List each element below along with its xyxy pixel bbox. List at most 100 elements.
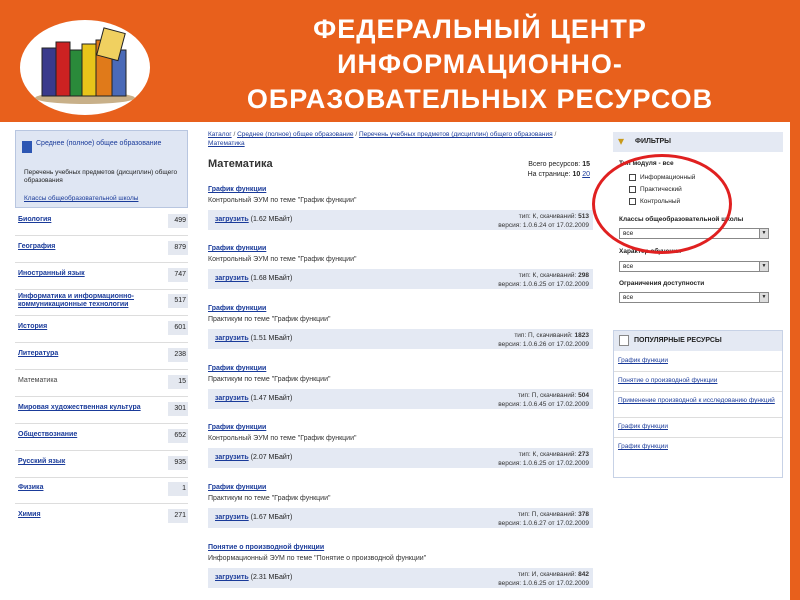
subject-item[interactable]: Русский язык 935 [15,454,188,478]
resource-version: версия: 1.0.6.26 от 17.02.2009 [498,341,589,348]
subject-item[interactable]: Информатика и информационно-коммуникацио… [15,292,188,316]
subject-name[interactable]: Химия [18,511,158,519]
resource-item: Понятие о производной функции Информацио… [208,544,593,600]
divider [614,391,782,392]
per-page-20-link[interactable]: 20 [582,171,590,178]
breadcrumb-separator: / [554,131,557,138]
download-link[interactable]: загрузить [215,216,249,223]
download-link[interactable]: загрузить [215,454,249,461]
subject-item[interactable]: Мировая художественная культура 301 [15,400,188,424]
resource-description: Практикум по теме "График функции" [208,316,331,323]
title-line-1: ФЕДЕРАЛЬНЫЙ ЦЕНТР [313,14,647,44]
total-label: Всего ресурсов: [528,161,581,168]
file-size: (1.47 МБайт) [250,395,293,402]
breadcrumb-item[interactable]: Каталог [208,131,232,138]
subject-name[interactable]: История [18,323,158,331]
resource-name[interactable]: График функции [208,365,266,372]
resource-meta: тип: К, скачиваний: 298 версия: 1.0.6.25 … [429,271,589,289]
subject-name[interactable]: Биология [18,216,158,224]
download-count: 378 [578,511,589,518]
popular-item[interactable]: График функции [618,443,778,451]
resource-type: тип: И, скачиваний: [517,571,577,578]
popular-item[interactable]: Понятие о производной функции [618,377,778,385]
subject-name: Математика [18,377,58,384]
learning-type-select[interactable]: все ▼ [619,261,769,272]
resource-meta: тип: К, скачиваний: 513 версия: 1.0.6.24 … [429,212,589,230]
subject-name[interactable]: Мировая художественная культура [18,404,158,412]
subject-item[interactable]: Физика 1 [15,480,188,504]
resource-item: График функции Практикум по теме "График… [208,365,593,425]
resource-bar: загрузить (2.07 МБайт) тип: К, скачивани… [208,448,593,468]
subject-name[interactable]: Информатика и информационно-коммуникацио… [18,293,158,309]
subject-count: 499 [168,214,188,228]
subject-name[interactable]: Иностранный язык [18,270,158,278]
resource-bar: загрузить (1.67 МБайт) тип: П, скачивани… [208,508,593,528]
download-count: 1823 [574,332,589,339]
per-page-value: 10 [572,171,581,178]
popular-item[interactable]: График функции [618,357,778,365]
download-row: загрузить (1.51 МБайт) [215,335,292,342]
subject-item[interactable]: Обществознание 652 [15,427,188,451]
subject-name[interactable]: Физика [18,484,158,492]
subject-item[interactable]: Химия 271 [15,507,188,527]
resource-name[interactable]: График функции [208,484,266,491]
school-classes-link[interactable]: Классы общеобразовательной школы [24,195,138,202]
breadcrumb-item[interactable]: Математика [208,140,245,147]
download-link[interactable]: загрузить [215,275,249,282]
popular-resources-panel: ПОПУЛЯРНЫЕ РЕСУРСЫ График функции Поняти… [613,330,783,478]
download-link[interactable]: загрузить [215,335,249,342]
subject-count: 301 [168,402,188,416]
book-icon [22,141,32,153]
subject-item[interactable]: Литература 238 [15,346,188,370]
resource-version: версия: 1.0.6.45 от 17.02.2009 [498,401,589,408]
resource-name[interactable]: Понятие о производной функции [208,544,324,551]
page-title: Математика [208,158,273,170]
file-size: (1.68 МБайт) [250,275,293,282]
download-row: загрузить (1.62 МБайт) [215,216,292,223]
resource-type: тип: П, скачиваний: [517,392,577,399]
divider [614,437,782,438]
divider [15,315,188,316]
subject-item[interactable]: География 879 [15,239,188,263]
breadcrumb-item[interactable]: Перечень учебных предметов (дисциплин) о… [359,131,553,138]
subject-name[interactable]: Русский язык [18,458,158,466]
subject-item[interactable]: Иностранный язык 747 [15,266,188,290]
subject-count: 1 [168,482,188,496]
file-size: (2.31 МБайт) [250,574,293,581]
divider [15,342,188,343]
resource-version: версия: 1.0.6.25 от 17.02.2009 [498,281,589,288]
divider [15,262,188,263]
popular-item[interactable]: График функции [618,423,778,431]
resource-type: тип: П, скачиваний: [517,511,577,518]
sidebar-subtitle: Перечень учебных предметов (дисциплин) о… [24,169,178,184]
popular-header: ПОПУЛЯРНЫЕ РЕСУРСЫ [614,331,782,351]
subject-name[interactable]: Литература [18,350,158,358]
resource-name[interactable]: График функции [208,424,266,431]
resource-description: Практикум по теме "График функции" [208,495,331,502]
subject-item[interactable]: История 601 [15,319,188,343]
subject-count: 238 [168,348,188,362]
subject-count: 935 [168,456,188,470]
resource-name[interactable]: График функции [208,245,266,252]
popular-title: ПОПУЛЯРНЫЕ РЕСУРСЫ [634,337,722,344]
subject-name[interactable]: Обществознание [18,431,158,439]
sidebar-section-title[interactable]: Среднее (полное) общее образование [36,139,161,148]
title-line-3: ОБРАЗОВАТЕЛЬНЫХ РЕСУРСОВ [246,84,714,114]
download-count: 504 [578,392,589,399]
breadcrumb-item[interactable]: Среднее (полное) общее образование [237,131,353,138]
download-row: загрузить (1.67 МБайт) [215,514,292,521]
subject-item[interactable]: Биология 499 [15,212,188,236]
resource-description: Контрольный ЭУМ по теме "График функции" [208,435,357,442]
download-link[interactable]: загрузить [215,514,249,521]
download-link[interactable]: загрузить [215,395,249,402]
subject-name[interactable]: География [18,243,158,251]
resource-name[interactable]: График функции [208,305,266,312]
divider [614,417,782,418]
website-screenshot: Среднее (полное) общее образование Переч… [0,122,800,600]
resource-name[interactable]: График функции [208,186,266,193]
download-row: загрузить (1.47 МБайт) [215,395,292,402]
download-link[interactable]: загрузить [215,574,249,581]
access-select[interactable]: все ▼ [619,292,769,303]
download-count: 273 [578,451,589,458]
popular-item[interactable]: Применение производной к исследованию фу… [618,397,778,405]
